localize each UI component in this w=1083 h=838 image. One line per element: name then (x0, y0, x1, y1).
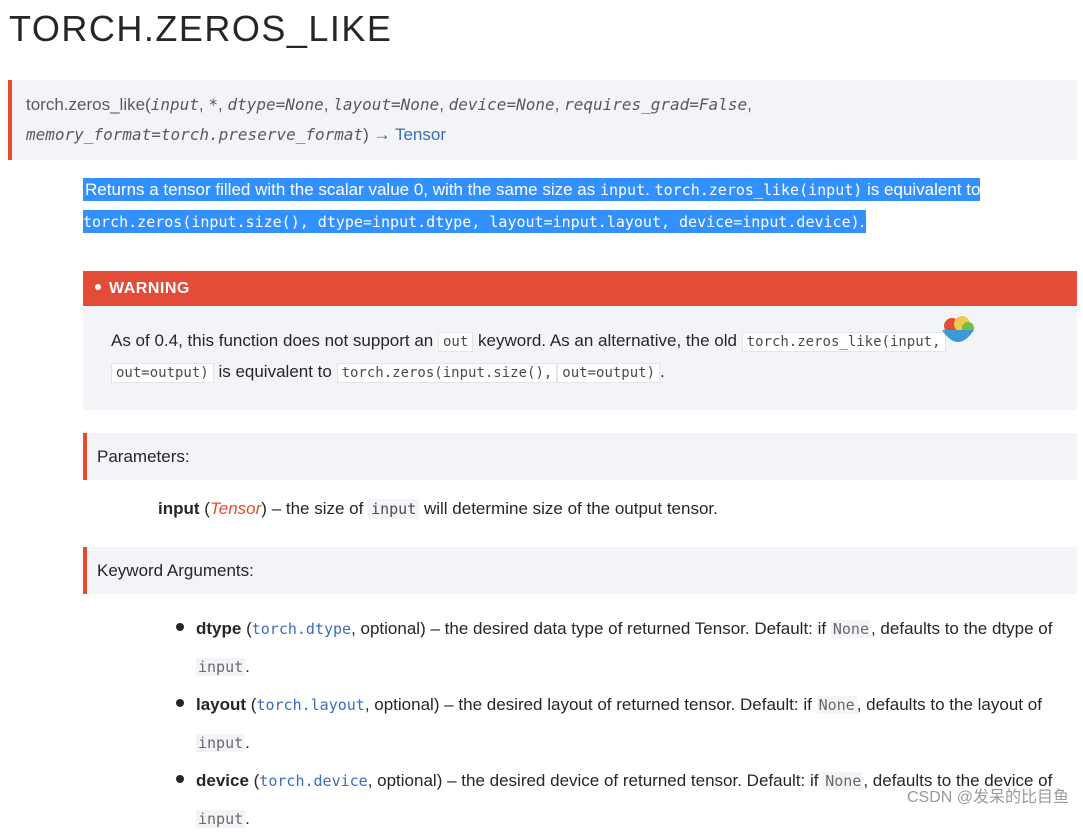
parameters-label: Parameters: (97, 447, 190, 466)
kwarg-text: – the desired data type of returned Tens… (425, 619, 831, 638)
kwarg-optional: , optional) (364, 695, 440, 714)
kwarg-type-link[interactable]: torch.layout (256, 696, 364, 714)
kwarg-name: device (196, 771, 249, 790)
keyword-args-label: Keyword Arguments: (97, 561, 254, 580)
kwarg-text: – the desired device of returned tensor.… (442, 771, 824, 790)
sig-param-dtype: dtype=None (227, 95, 324, 114)
sig-sep: , (323, 95, 334, 114)
param-name: input (158, 499, 200, 518)
desc-code-equivalent: torch.zeros(input.size(), dtype=input.dt… (83, 213, 860, 231)
return-arrow: → (368, 125, 395, 144)
kwarg-text: , defaults to the layout of (856, 695, 1042, 714)
param-open: ( (199, 499, 210, 518)
warning-box: WARNING As of 0.4, this function does no… (83, 271, 1077, 410)
param-text: – the size of (266, 499, 369, 518)
param-input: input (Tensor) – the size of input will … (158, 494, 718, 524)
return-type-link[interactable]: Tensor (395, 125, 446, 144)
param-code-input: input (368, 499, 420, 519)
kwarg-none: None (830, 620, 871, 638)
desc-code-input: input (599, 181, 646, 199)
list-item: layout (torch.layout, optional) – the de… (174, 686, 1064, 762)
sig-param-star: * (208, 95, 218, 114)
param-text: will determine size of the output tensor… (419, 499, 718, 518)
kwarg-code-input: input (196, 734, 246, 752)
warning-text: As of 0.4, this function does not suppor… (111, 331, 438, 350)
sig-sep: , (554, 95, 565, 114)
desc-text: is equivalent to (862, 180, 981, 199)
kwarg-end: . (245, 809, 250, 828)
warning-code-old-call: torch.zeros_like(input, (741, 332, 946, 352)
kwarg-name: dtype (196, 619, 242, 638)
warning-header: WARNING (83, 271, 1077, 306)
watermark: CSDN @发呆的比目鱼 (906, 789, 1069, 806)
page-title: TORCH.ZEROS_LIKE (9, 8, 393, 49)
sig-param-requires-grad: requires_grad=False (564, 95, 748, 114)
sig-param-device: device=None (448, 95, 555, 114)
kwarg-optional: , optional) (367, 771, 443, 790)
kwarg-text: – the desired layout of returned tensor.… (439, 695, 817, 714)
fruit-bowl-icon[interactable] (940, 314, 976, 348)
warning-text: . (660, 362, 665, 381)
parameters-header: Parameters: (83, 433, 1077, 480)
kwarg-none: None (823, 772, 864, 790)
description: Returns a tensor filled with the scalar … (83, 174, 1043, 238)
warning-text: is equivalent to (213, 362, 337, 381)
sig-param-input: input (150, 95, 199, 114)
kwarg-name: layout (196, 695, 247, 714)
warning-code-zeros-call: torch.zeros(input.size(), (336, 363, 558, 383)
function-signature: torch.zeros_like(input, *, dtype=None, l… (8, 80, 1077, 160)
desc-text: Returns a tensor filled with the scalar … (85, 180, 600, 199)
warning-label: WARNING (109, 280, 190, 297)
kwarg-optional: , optional) (351, 619, 426, 638)
keyword-args-header: Keyword Arguments: (83, 547, 1077, 594)
warning-code-out: out (437, 332, 474, 352)
kwarg-type-link[interactable]: torch.device (259, 772, 367, 790)
sig-sep: , (439, 95, 449, 114)
param-type-link[interactable]: Tensor (210, 499, 261, 518)
signature-name: torch.zeros_like( (26, 95, 151, 114)
sig-param-layout: layout=None (333, 95, 440, 114)
bullet-icon (95, 284, 101, 291)
warning-code-out-output-2: out=output) (557, 363, 661, 383)
list-item: dtype (torch.dtype, optional) – the desi… (174, 610, 1064, 686)
sig-sep: , (747, 95, 752, 114)
kwarg-type-link[interactable]: torch.dtype (252, 620, 351, 638)
warning-body: As of 0.4, this function does not suppor… (83, 306, 1077, 388)
desc-text: . (859, 212, 865, 231)
warning-text: keyword. As an alternative, the old (473, 331, 742, 350)
kwarg-none: None (816, 696, 857, 714)
description-text: Returns a tensor filled with the scalar … (83, 178, 981, 233)
desc-code-zeros-like: torch.zeros_like(input) (654, 181, 863, 199)
kwarg-end: . (245, 657, 250, 676)
warning-code-out-output: out=output) (111, 363, 214, 383)
kwarg-end: . (245, 733, 250, 752)
desc-text: . (645, 180, 655, 199)
sig-sep: , (198, 95, 209, 114)
kwarg-text: , defaults to the dtype of (870, 619, 1053, 638)
sig-param-memory-format: memory_format=torch.preserve_format (26, 125, 364, 144)
kwarg-code-input: input (196, 658, 246, 676)
